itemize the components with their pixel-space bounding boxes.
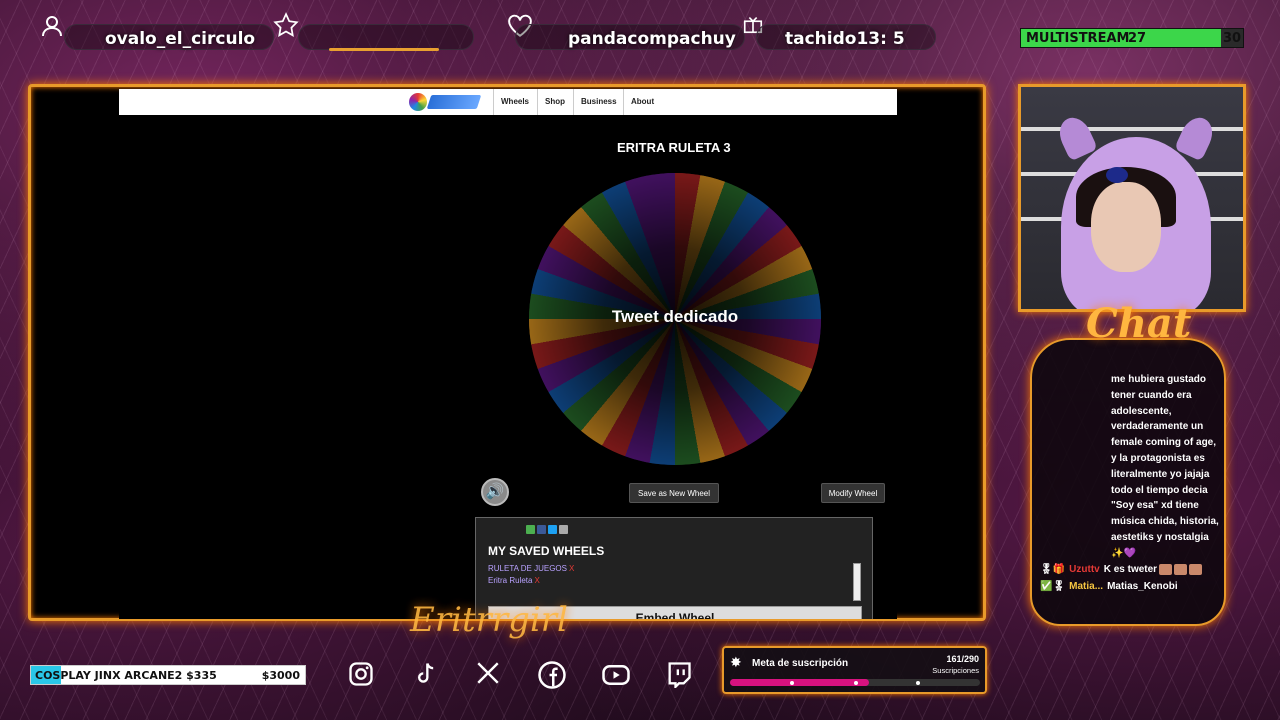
wheel-center-label: Tweet dedicado bbox=[611, 307, 739, 326]
multistream-goal-value: 30 bbox=[1223, 31, 1242, 46]
sub-goal-unit: Suscripciones bbox=[932, 666, 979, 675]
saved-wheels-title: MY SAVED WHEELS bbox=[488, 544, 605, 558]
chat-line: ✅🎖 Matia... Matias_Kenobi bbox=[1040, 581, 1178, 592]
multistream-goal: MULTISTREAM 27 30 bbox=[1020, 28, 1244, 48]
badge-icons: ✅🎖 bbox=[1040, 581, 1066, 592]
chat-message: me hubiera gustado tener cuando era adol… bbox=[1111, 374, 1219, 559]
chat-title: Chat bbox=[1086, 300, 1192, 347]
chat-username[interactable]: Matia... bbox=[1069, 581, 1103, 592]
webcam-feed bbox=[1018, 84, 1246, 312]
nav-about[interactable]: About bbox=[623, 89, 661, 115]
saved-wheel-item[interactable]: RULETA DE JUEGOS X bbox=[488, 564, 574, 573]
chat-username[interactable]: Uzuttv bbox=[1069, 564, 1100, 575]
website-screen: Wheels Shop Business About ERITRA RULETA… bbox=[119, 89, 897, 619]
youtube-icon bbox=[601, 660, 631, 690]
cursive-logo: Eritrrgirl bbox=[410, 600, 568, 640]
emote-icon bbox=[1159, 564, 1173, 575]
chat-text: K es tweter bbox=[1103, 564, 1158, 576]
share-twitter-icon[interactable] bbox=[548, 525, 557, 534]
user-icon bbox=[40, 14, 64, 42]
sub-goal-label: Meta de suscripción bbox=[752, 658, 849, 669]
emote-icon bbox=[1174, 564, 1188, 575]
badge-icons: 🎖🎁 bbox=[1040, 564, 1066, 576]
site-logo[interactable] bbox=[409, 93, 482, 111]
x-icon bbox=[473, 660, 503, 690]
donation-goal-label: COSPLAY JINX ARCANE2 $335 bbox=[35, 669, 217, 682]
logo-wheel-icon bbox=[409, 93, 427, 111]
streamer-face bbox=[1091, 182, 1161, 272]
sub-goal-fill bbox=[730, 679, 869, 686]
star-pill-bar bbox=[329, 48, 439, 51]
remove-wheel-button[interactable]: X bbox=[534, 576, 539, 585]
sub-goal-panel: ✸ Meta de suscripción 161/290 Suscripcio… bbox=[722, 646, 987, 694]
sub-goal-marker bbox=[790, 681, 794, 685]
saved-wheel-item[interactable]: Eritra Ruleta X bbox=[488, 576, 540, 585]
star-badge-icon: ✸ bbox=[730, 654, 742, 670]
twitch-icon bbox=[664, 660, 694, 690]
nav-shop[interactable]: Shop bbox=[537, 89, 572, 115]
subscriber-name: pandacompachuy bbox=[568, 29, 736, 49]
instagram-icon bbox=[346, 660, 376, 690]
nav-wheels[interactable]: Wheels bbox=[493, 89, 536, 115]
multistream-current: 27 bbox=[1128, 31, 1147, 46]
star-pill bbox=[298, 24, 474, 51]
nav-business[interactable]: Business bbox=[573, 89, 624, 115]
chat-text: Matias_Kenobi bbox=[1107, 581, 1178, 592]
star-icon bbox=[273, 12, 299, 42]
modify-wheel-button[interactable]: Modify Wheel bbox=[821, 483, 885, 503]
share-whatsapp-icon[interactable] bbox=[526, 525, 535, 534]
donation-goal-target: $3000 bbox=[261, 669, 300, 682]
follower-name: ovalo_el_circulo bbox=[105, 29, 256, 49]
facebook-icon bbox=[537, 660, 567, 690]
emote-icon bbox=[1189, 564, 1203, 575]
gifter-text: tachido13: 5 bbox=[785, 29, 905, 49]
saved-wheel-label[interactable]: Eritra Ruleta bbox=[488, 576, 532, 585]
saved-list-scrollbar[interactable] bbox=[853, 563, 861, 601]
sound-icon[interactable]: 🔊 bbox=[481, 478, 509, 506]
save-new-wheel-button[interactable]: Save as New Wheel bbox=[629, 483, 719, 503]
chat-line: 🎖🎁 Uzuttv K es tweter bbox=[1040, 564, 1203, 576]
sub-goal-track bbox=[730, 679, 980, 686]
remove-wheel-button[interactable]: X bbox=[569, 564, 574, 573]
saved-wheel-label[interactable]: RULETA DE JUEGOS bbox=[488, 564, 567, 573]
site-nav: Wheels Shop Business About bbox=[119, 89, 897, 115]
share-facebook-icon[interactable] bbox=[537, 525, 546, 534]
multistream-label: MULTISTREAM bbox=[1026, 31, 1130, 46]
hood-eye bbox=[1106, 167, 1128, 183]
share-icons bbox=[526, 521, 570, 534]
wheel-title: ERITRA RULETA 3 bbox=[617, 140, 731, 155]
logo-wordmark bbox=[426, 95, 482, 109]
sub-goal-marker bbox=[854, 681, 858, 685]
tiktok-icon bbox=[410, 660, 440, 690]
sub-goal-marker bbox=[916, 681, 920, 685]
share-email-icon[interactable] bbox=[559, 525, 568, 534]
donation-goal-bar: COSPLAY JINX ARCANE2 $335 $3000 bbox=[30, 665, 306, 685]
sub-goal-count: 161/290 bbox=[946, 654, 979, 664]
